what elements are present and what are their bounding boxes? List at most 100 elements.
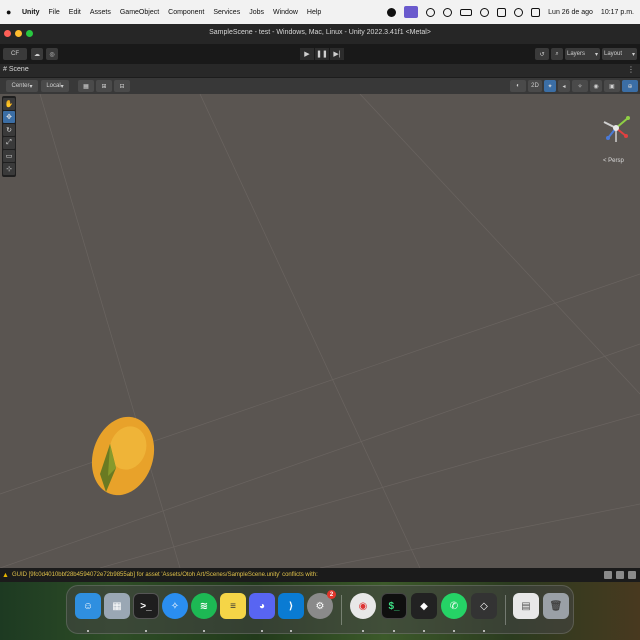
screen-capture-icon[interactable]	[404, 6, 419, 18]
space-label: Local	[46, 83, 61, 89]
scene-viewport[interactable]: ✋ ✥ ↻ ⤢ ▭ ⊹ < Persp	[0, 94, 640, 568]
control-center-icon[interactable]	[497, 7, 507, 17]
collab-icon[interactable]: ◎	[46, 48, 58, 60]
settings-icon[interactable]	[628, 571, 636, 579]
menu-jobs[interactable]: Jobs	[249, 9, 264, 16]
menu-window[interactable]: Window	[273, 9, 298, 16]
orientation-gizmo[interactable]	[598, 110, 634, 150]
trash-icon[interactable]: 🗑	[543, 593, 569, 619]
menu-edit[interactable]: Edit	[69, 9, 81, 16]
gizmos-icon[interactable]: ⊕	[622, 80, 638, 92]
unity-icon[interactable]: ◇	[471, 593, 497, 619]
projection-toggle[interactable]: < Persp	[603, 158, 624, 164]
menubar-date[interactable]: Lun 26 de ago	[548, 9, 593, 16]
record-icon[interactable]	[387, 7, 397, 17]
transform-tool-icon[interactable]: ⊹	[3, 163, 15, 175]
layout-dropdown[interactable]: Layout ▾	[602, 48, 637, 60]
apple-menu-icon[interactable]: ●	[6, 7, 16, 17]
space-dropdown[interactable]: Local ▾	[41, 80, 69, 92]
running-indicator	[393, 630, 395, 632]
running-indicator	[453, 630, 455, 632]
hidden-objects-icon[interactable]: ◉	[590, 80, 602, 92]
pivot-dropdown[interactable]: Center ▾	[6, 80, 38, 92]
menu-file[interactable]: File	[49, 9, 60, 16]
view-tool-icon[interactable]: ✋	[3, 98, 15, 110]
document-icon[interactable]: ▤	[513, 593, 539, 619]
search-icon[interactable]	[514, 7, 524, 17]
cloud-icon[interactable]: ☁	[31, 48, 43, 60]
increment-snap-icon[interactable]: ⊟	[114, 80, 130, 92]
account-label: CF	[11, 51, 19, 57]
tab-options-icon[interactable]: ⋮	[627, 65, 635, 74]
chrome-icon[interactable]: ◉	[350, 593, 376, 619]
toggle-2d-label: 2D	[531, 83, 539, 89]
scene-camera-icon[interactable]: ▣	[604, 80, 620, 92]
lighting-icon[interactable]: ✦	[544, 80, 556, 92]
vpn-icon[interactable]	[426, 7, 436, 17]
toggle-2d-button[interactable]: 2D	[528, 80, 542, 92]
notification-badge: 2	[327, 590, 336, 599]
rect-tool-icon[interactable]: ▭	[3, 150, 15, 162]
running-indicator	[203, 630, 205, 632]
step-button[interactable]: ▶|	[330, 48, 344, 60]
console-status-bar[interactable]: ▲ GUID [9fc0d4010bbf28b4594072e72b9855ab…	[0, 568, 640, 582]
screen: ● Unity File Edit Assets GameObject Comp…	[0, 0, 640, 640]
spotify-icon[interactable]: ≋	[191, 593, 217, 619]
bug-icon[interactable]	[616, 571, 624, 579]
running-indicator	[362, 630, 364, 632]
pause-button[interactable]: ❚❚	[315, 48, 329, 60]
search-icon[interactable]: ⌕	[551, 48, 563, 60]
menu-component[interactable]: Component	[168, 9, 204, 16]
discord-icon[interactable]: ◕	[249, 593, 275, 619]
snap-settings-icon[interactable]: ⊞	[96, 80, 112, 92]
tab-scene[interactable]: # Scene	[3, 66, 29, 73]
menu-services[interactable]: Services	[213, 9, 240, 16]
terminal-dark-icon[interactable]: $_	[381, 593, 407, 619]
move-tool-icon[interactable]: ✥	[3, 111, 15, 123]
vscode-icon[interactable]: ⟩	[278, 593, 304, 619]
chevron-down-icon: ▾	[594, 51, 598, 58]
grid-snap-icon[interactable]: ▦	[78, 80, 94, 92]
terminal-icon[interactable]: >_	[133, 593, 159, 619]
menu-gameobject[interactable]: GameObject	[120, 9, 159, 16]
notes-icon[interactable]: ≡	[220, 593, 246, 619]
scene-tab-bar: # Scene ⋮	[0, 64, 640, 78]
menu-app-name[interactable]: Unity	[22, 9, 40, 16]
account-dropdown[interactable]: CF	[3, 48, 27, 60]
draw-mode-icon[interactable]: ◐	[510, 80, 526, 92]
media-icon[interactable]	[443, 7, 453, 17]
dock-separator	[341, 595, 342, 625]
running-indicator	[423, 630, 425, 632]
effects-icon[interactable]: ✧	[572, 80, 588, 92]
menu-assets[interactable]: Assets	[90, 9, 111, 16]
layers-label: Layers	[567, 51, 586, 57]
wifi-icon[interactable]	[480, 7, 490, 17]
safari-icon[interactable]: ✧	[162, 593, 188, 619]
scale-tool-icon[interactable]: ⤢	[3, 137, 15, 149]
layout-label: Layout	[604, 51, 623, 57]
playmode-controls: ▶ ❚❚ ▶|	[300, 48, 344, 60]
settings-icon[interactable]: ⚙ 2	[307, 590, 336, 619]
rotate-tool-icon[interactable]: ↻	[3, 124, 15, 136]
menu-help[interactable]: Help	[307, 9, 321, 16]
unity-hub-icon[interactable]: ◆	[411, 593, 437, 619]
running-indicator	[87, 630, 89, 632]
history-icon[interactable]: ↺	[535, 48, 549, 60]
running-indicator	[261, 630, 263, 632]
running-indicator	[483, 630, 485, 632]
play-button[interactable]: ▶	[300, 48, 314, 60]
tab-scene-label: Scene	[8, 66, 29, 73]
macos-menu-bar: ● Unity File Edit Assets GameObject Comp…	[0, 0, 640, 24]
battery-icon[interactable]	[460, 8, 473, 16]
whatsapp-icon[interactable]: ✆	[441, 593, 467, 619]
finder-icon[interactable]: ☺	[75, 593, 101, 619]
launchpad-icon[interactable]: ▦	[104, 593, 130, 619]
layers-dropdown[interactable]: Layers ▾	[565, 48, 600, 60]
debug-icon[interactable]	[604, 571, 612, 579]
siri-icon[interactable]	[531, 7, 541, 17]
hash-icon: #	[3, 66, 7, 73]
orange-object[interactable]	[88, 416, 156, 500]
menubar-time[interactable]: 10:17 p.m.	[601, 9, 634, 16]
pivot-label: Center	[11, 83, 30, 89]
audio-icon[interactable]: ◂	[558, 80, 570, 92]
